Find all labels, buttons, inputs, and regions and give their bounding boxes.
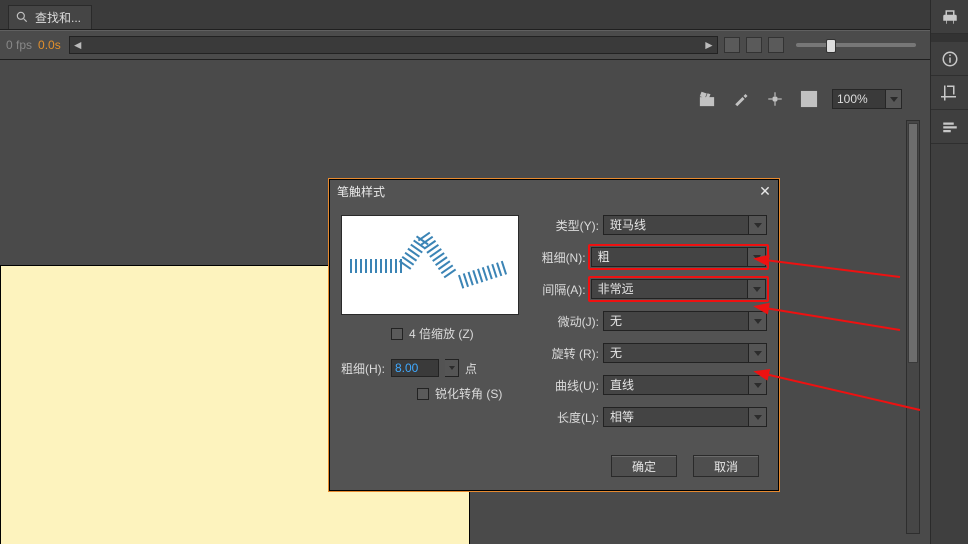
chevron-down-icon[interactable] (748, 279, 766, 299)
chevron-down-icon[interactable] (749, 215, 767, 235)
thickness-unit: 点 (465, 360, 477, 377)
gap-combo[interactable]: 非常远 (591, 279, 766, 299)
zoom-value[interactable]: 100% (832, 89, 886, 109)
length-label: 长度(L): (537, 409, 603, 426)
info-icon[interactable] (931, 42, 968, 76)
thickness-label: 粗细(H): (341, 360, 385, 377)
timeline-strip: 0 fps 0.0s ◄ ► (0, 30, 930, 60)
scroll-left-icon[interactable]: ◄ (72, 39, 84, 51)
fit-icon[interactable] (798, 88, 820, 110)
hatch-thick-label: 粗细(N): (537, 249, 590, 266)
zoom-slider[interactable] (796, 43, 916, 47)
wand-icon[interactable] (730, 88, 752, 110)
timeline-refresh-icon[interactable] (746, 37, 762, 53)
length-combo[interactable]: 相等 (603, 407, 767, 427)
timeline-button-3[interactable] (768, 37, 784, 53)
scroll-right-icon[interactable]: ► (703, 39, 715, 51)
fps-readout: 0 fps (6, 38, 32, 52)
timeline-button-1[interactable] (724, 37, 740, 53)
vertical-scrollbar[interactable] (906, 120, 920, 534)
hatch-thick-combo[interactable]: 粗 (591, 247, 766, 267)
zoom-dropdown-icon[interactable] (886, 89, 902, 109)
target-icon[interactable] (764, 88, 786, 110)
chevron-down-icon[interactable] (749, 407, 767, 427)
thickness-input[interactable]: 8.00 (391, 359, 439, 377)
ok-button[interactable]: 确定 (611, 455, 677, 477)
chevron-down-icon[interactable] (749, 343, 767, 363)
search-icon (15, 10, 29, 24)
zoom4x-label: 4 倍缩放 (Z) (409, 325, 474, 342)
jitter-label: 微动(J): (537, 313, 603, 330)
chevron-down-icon[interactable] (749, 311, 767, 331)
tab-find-replace[interactable]: 查找和... (8, 5, 92, 29)
clapper-icon[interactable] (696, 88, 718, 110)
cancel-button[interactable]: 取消 (693, 455, 759, 477)
curve-label: 曲线(U): (537, 377, 603, 394)
align-icon[interactable] (931, 110, 968, 144)
sharpen-label: 锐化转角 (S) (435, 385, 502, 402)
type-combo[interactable]: 斑马线 (603, 215, 767, 235)
chevron-down-icon[interactable] (749, 375, 767, 395)
print-icon[interactable] (931, 0, 968, 34)
tab-label: 查找和... (35, 9, 81, 26)
close-icon[interactable]: ✕ (757, 183, 773, 199)
crop-icon[interactable] (931, 76, 968, 110)
tab-bar: 查找和... (0, 0, 930, 30)
curve-combo[interactable]: 直线 (603, 375, 767, 395)
time-readout: 0.0s (38, 38, 61, 52)
timeline-scrollbar[interactable]: ◄ ► (69, 36, 718, 54)
thickness-stepper-icon[interactable] (445, 359, 459, 377)
rotate-combo[interactable]: 无 (603, 343, 767, 363)
rotate-label: 旋转 (R): (537, 345, 603, 362)
type-label: 类型(Y): (537, 217, 603, 234)
chevron-down-icon[interactable] (748, 247, 766, 267)
zoom-combo[interactable]: 100% (832, 88, 902, 110)
stroke-preview (341, 215, 519, 315)
zoom4x-checkbox[interactable] (391, 328, 403, 340)
sharpen-checkbox[interactable] (417, 388, 429, 400)
stroke-style-dialog: 笔触样式 ✕ 4 倍缩放 (Z) 粗细(H): 8.00 点 锐化转角 (S) … (328, 178, 780, 492)
gap-label: 间隔(A): (537, 281, 590, 298)
jitter-combo[interactable]: 无 (603, 311, 767, 331)
dialog-title: 笔触样式 ✕ (329, 179, 779, 203)
